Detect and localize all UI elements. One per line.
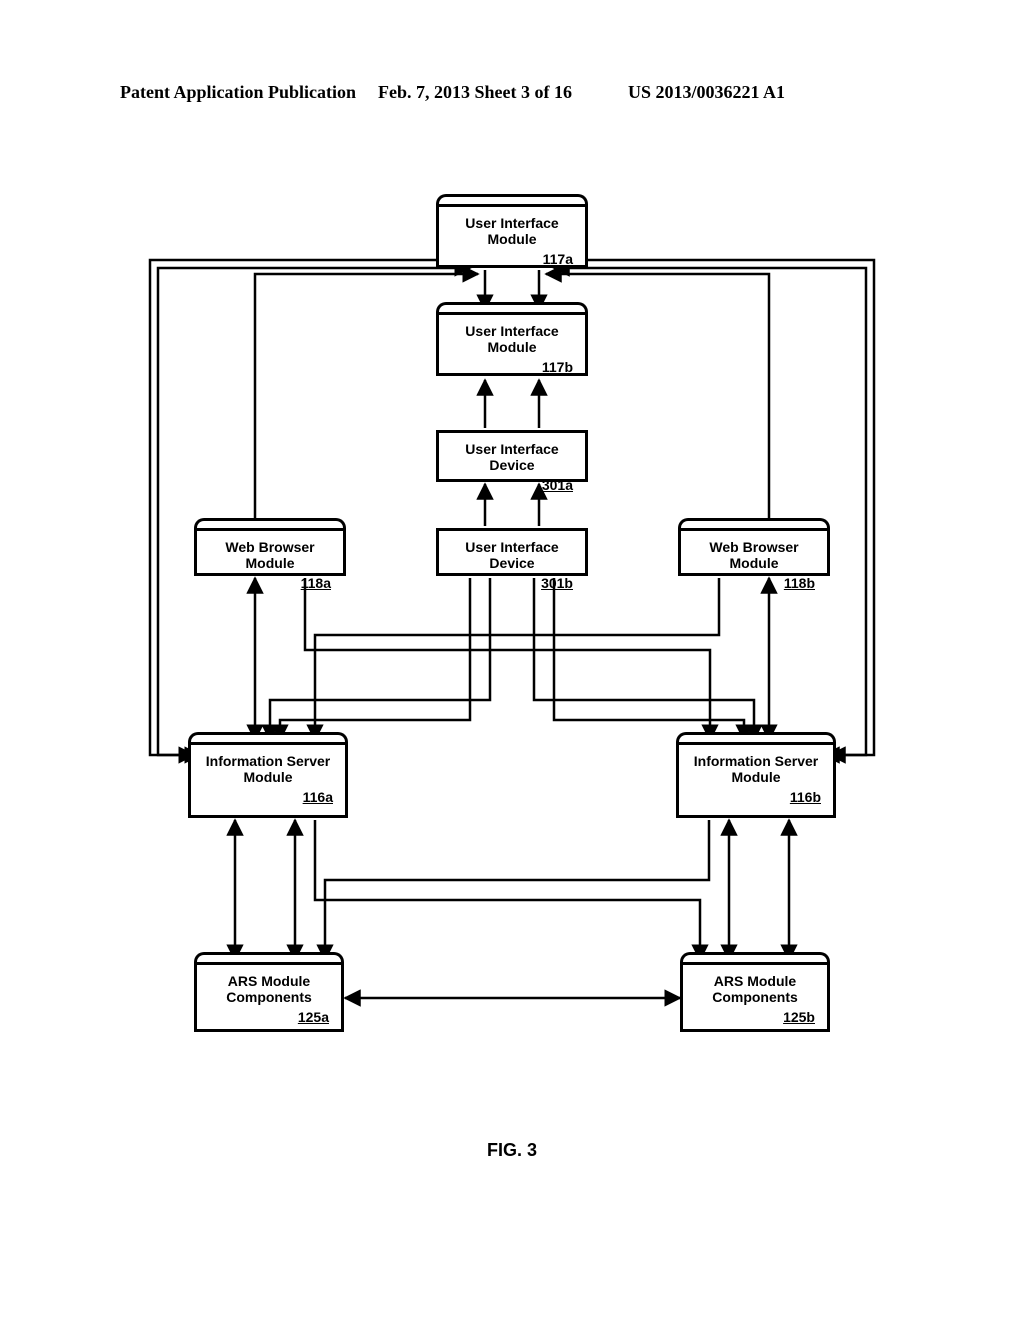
information-server-module-b: Information Server Module 116b	[676, 742, 836, 818]
header-left: Patent Application Publication	[120, 82, 356, 103]
box-title: Web Browser Module	[225, 539, 314, 571]
box-ref: 301a	[443, 477, 581, 493]
header-right: US 2013/0036221 A1	[628, 82, 785, 103]
box-lid	[436, 194, 588, 204]
box-ref: 125b	[687, 1009, 823, 1025]
box-ref: 301b	[443, 575, 581, 591]
box-title: ARS Module Components	[226, 973, 312, 1005]
ars-module-b: ARS Module Components 125b	[680, 962, 830, 1032]
diagram-canvas: User Interface Module 117a User Interfac…	[140, 180, 884, 1120]
box-title: User Interface Device	[465, 441, 558, 473]
box-lid	[194, 518, 346, 528]
box-title: User Interface Module	[465, 215, 558, 247]
box-lid	[436, 302, 588, 312]
box-title: Web Browser Module	[709, 539, 798, 571]
box-ref: 116a	[195, 789, 341, 805]
user-interface-device-b: User Interface Device 301b	[436, 528, 588, 576]
web-browser-module-b: Web Browser Module 118b	[678, 528, 830, 576]
box-lid	[676, 732, 836, 742]
box-title: ARS Module Components	[712, 973, 798, 1005]
box-ref: 116b	[683, 789, 829, 805]
box-lid	[678, 518, 830, 528]
box-ref: 125a	[201, 1009, 337, 1025]
box-title: Information Server Module	[206, 753, 330, 785]
box-title: Information Server Module	[694, 753, 818, 785]
information-server-module-a: Information Server Module 116a	[188, 742, 348, 818]
box-ref: 117b	[443, 359, 581, 375]
web-browser-module-a: Web Browser Module 118a	[194, 528, 346, 576]
box-title: User Interface Module	[465, 323, 558, 355]
user-interface-module-b: User Interface Module 117b	[436, 312, 588, 376]
box-lid	[188, 732, 348, 742]
box-title: User Interface Device	[465, 539, 558, 571]
header-mid: Feb. 7, 2013 Sheet 3 of 16	[378, 82, 572, 103]
box-ref: 118b	[685, 575, 823, 591]
box-lid	[680, 952, 830, 962]
box-ref: 117a	[443, 251, 581, 267]
box-ref: 118a	[201, 575, 339, 591]
box-lid	[194, 952, 344, 962]
figure-caption: FIG. 3	[0, 1140, 1024, 1161]
user-interface-module-a: User Interface Module 117a	[436, 204, 588, 268]
ars-module-a: ARS Module Components 125a	[194, 962, 344, 1032]
user-interface-device-a: User Interface Device 301a	[436, 430, 588, 482]
